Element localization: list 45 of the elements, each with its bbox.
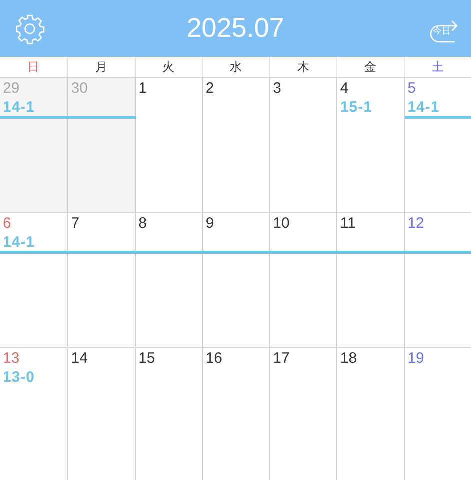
date-number: 15 [138,350,156,367]
weekday-label: 土 [404,57,471,77]
date-number: 5 [408,80,418,97]
day-cell[interactable]: 11 [336,213,404,347]
date-number: 10 [273,215,291,232]
weekday-label: 水 [202,57,270,77]
date-number: 14 [71,350,89,367]
day-cell[interactable]: 12 [404,213,471,347]
event-label: 14-1 [3,234,36,251]
day-cell[interactable]: 3 [269,78,336,212]
date-number: 9 [206,215,216,232]
event-label: 13-0 [3,369,36,386]
day-cell[interactable]: 5 14-1 [404,78,471,212]
weekday-label: 日 [26,58,41,76]
date-number: 18 [340,350,358,367]
date-number: 2 [206,80,216,97]
event-label: 15-1 [340,99,374,116]
day-cell[interactable]: 9 [202,213,270,347]
date-number: 13 [3,350,21,367]
weekday-label: 木 [269,57,336,77]
settings-button[interactable] [14,12,46,44]
date-number: 6 [3,215,12,232]
month-title: 2025.07 [186,13,284,44]
day-cell[interactable]: 10 [269,213,336,347]
weekday-label: 月 [67,57,135,77]
date-number: 7 [71,215,81,232]
event-label: 14-1 [3,99,36,116]
weekday-label: 金 [336,57,404,77]
date-number: 8 [138,215,148,232]
event-label: 14-1 [408,99,441,116]
day-cell[interactable]: 8 [134,213,202,347]
date-number: 29 [3,80,21,97]
date-number: 19 [408,350,426,367]
date-number: 16 [206,350,224,367]
settings-icon [14,12,46,44]
date-number: 4 [340,80,350,97]
date-number: 30 [71,80,89,97]
date-number: 12 [408,215,426,232]
date-number: 17 [273,350,291,367]
date-number: 1 [138,80,148,97]
day-cell[interactable]: 7 [67,213,135,347]
date-number: 11 [340,215,357,232]
date-number: 3 [273,80,282,97]
day-cell[interactable]: 17 [269,348,336,480]
weekday-label: 火 [134,57,202,77]
